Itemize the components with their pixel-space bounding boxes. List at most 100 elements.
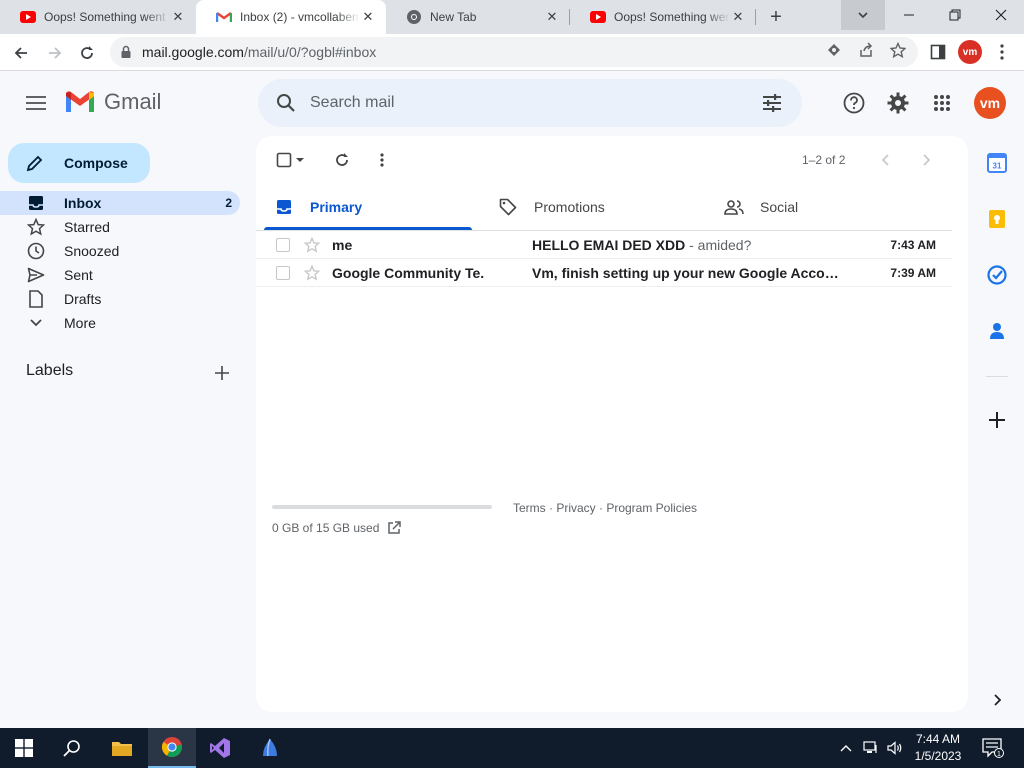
windows-taskbar: 7:44 AM 1/5/2023 1 [0, 728, 1024, 768]
tab-label: Social [760, 199, 799, 215]
gmail-logo[interactable]: Gmail [64, 89, 161, 115]
chevron-down-icon [26, 313, 46, 333]
search-bar[interactable] [258, 79, 802, 127]
chevron-up-icon[interactable] [836, 728, 856, 768]
lens-icon[interactable] [826, 42, 842, 58]
row-checkbox[interactable] [276, 265, 290, 280]
reload-button[interactable] [74, 40, 100, 66]
star-icon[interactable] [302, 236, 322, 253]
people-icon [724, 197, 744, 217]
address-bar[interactable]: mail.google.com/mail/u/0/?ogbl#inbox [110, 37, 918, 67]
kebab-menu-icon[interactable] [994, 40, 1010, 64]
main-menu-icon[interactable] [22, 89, 50, 117]
search-icon[interactable] [48, 728, 96, 768]
forward-button[interactable] [42, 40, 68, 66]
email-row[interactable]: me HELLO EMAI DED XDD - amided? 7:43 AM [256, 231, 952, 259]
search-input[interactable] [310, 94, 748, 112]
clock-icon [26, 241, 46, 261]
close-window-button[interactable] [978, 0, 1024, 30]
back-button[interactable] [8, 40, 34, 66]
older-page-icon[interactable] [874, 148, 898, 172]
nav-item-starred[interactable]: Starred [0, 215, 240, 239]
refresh-icon[interactable] [330, 148, 354, 172]
tab-title: Inbox (2) - vmcollabemail [240, 10, 360, 24]
keep-icon[interactable] [984, 206, 1010, 232]
browser-tab-newtab[interactable]: New Tab ✕ [386, 0, 570, 34]
file-explorer-icon[interactable] [98, 728, 146, 768]
newer-page-icon[interactable] [914, 148, 938, 172]
tab-title: Oops! Something went wrong [614, 10, 730, 24]
nav-item-more[interactable]: More [0, 311, 240, 335]
email-row[interactable]: Google Community Te. Vm, finish setting … [256, 259, 952, 287]
clock-date: 1/5/2023 [914, 749, 962, 763]
nav-item-drafts[interactable]: Drafts [0, 287, 240, 311]
tab-promotions[interactable]: Promotions [498, 184, 605, 230]
star-icon[interactable] [302, 264, 322, 281]
account-avatar[interactable]: vm [974, 87, 1006, 119]
tab-search-button[interactable] [841, 0, 885, 30]
get-addons-plus-icon[interactable] [984, 407, 1010, 433]
chevron-right-icon[interactable] [984, 687, 1010, 713]
apps-grid-icon[interactable] [928, 89, 956, 117]
help-icon[interactable] [840, 89, 868, 117]
minimize-button[interactable] [886, 0, 932, 30]
create-label-button[interactable] [212, 363, 232, 383]
tab-primary[interactable]: Primary [274, 184, 362, 230]
lock-icon[interactable] [120, 45, 132, 59]
share-icon[interactable] [858, 42, 874, 58]
select-dropdown-icon[interactable] [292, 148, 308, 172]
storage-usage: 0 GB of 15 GB used [272, 521, 402, 535]
network-icon[interactable] [860, 728, 882, 768]
side-panel-icon[interactable] [930, 44, 946, 60]
volume-icon[interactable] [884, 728, 906, 768]
app-icon[interactable] [246, 728, 294, 768]
notification-icon[interactable]: 1 [978, 728, 1008, 768]
chrome-profile-avatar[interactable]: vm [958, 40, 982, 64]
browser-tab-youtube-1[interactable]: Oops! Something went wrong ✕ [0, 0, 196, 34]
browser-tab-gmail[interactable]: Inbox (2) - vmcollabemail ✕ [196, 0, 386, 34]
settings-gear-icon[interactable] [884, 89, 912, 117]
bookmark-star-icon[interactable] [890, 42, 906, 58]
calendar-icon[interactable]: 31 [984, 150, 1010, 176]
taskbar-clock[interactable]: 7:44 AM 1/5/2023 [908, 731, 968, 765]
search-options-icon[interactable] [748, 79, 796, 127]
labels-heading: Labels [26, 362, 74, 379]
browser-tab-strip: Oops! Something went wrong ✕ Inbox (2) -… [0, 0, 1024, 34]
gmail-icon [66, 91, 94, 112]
search-icon[interactable] [262, 79, 310, 127]
divider [986, 376, 1008, 377]
email-snippet: - amided? [685, 236, 752, 253]
message-list-panel: 1–2 of 2 Primary Promotions Social me HE… [256, 136, 968, 712]
close-tab-icon[interactable]: ✕ [170, 9, 186, 25]
youtube-icon [20, 9, 36, 25]
close-tab-icon[interactable]: ✕ [730, 9, 746, 25]
compose-button[interactable]: Compose [8, 143, 150, 183]
close-tab-icon[interactable]: ✕ [544, 9, 560, 25]
browser-tab-youtube-2[interactable]: Oops! Something went wrong ✕ [570, 0, 756, 34]
tab-social[interactable]: Social [724, 184, 798, 230]
footer-links[interactable]: Terms · Privacy · Program Policies [513, 501, 697, 515]
windows-start-icon[interactable] [0, 728, 48, 768]
url-path: /mail/u/0/?ogbl#inbox [243, 44, 377, 60]
external-link-icon[interactable] [387, 521, 402, 535]
new-tab-button[interactable]: + [764, 5, 788, 29]
clock-time: 7:44 AM [915, 732, 961, 746]
nav-label: Starred [64, 219, 110, 235]
tasks-icon[interactable] [984, 262, 1010, 288]
row-checkbox[interactable] [276, 237, 290, 252]
compose-label: Compose [64, 155, 128, 171]
nav-item-snoozed[interactable]: Snoozed [0, 239, 240, 263]
chrome-icon[interactable] [148, 728, 196, 768]
nav-label: Drafts [64, 291, 102, 307]
close-tab-icon[interactable]: ✕ [360, 9, 376, 25]
nav-item-sent[interactable]: Sent [0, 263, 240, 287]
restore-button[interactable] [932, 0, 978, 30]
draft-icon [26, 289, 46, 309]
more-actions-icon[interactable] [370, 148, 394, 172]
inbox-icon [26, 193, 46, 213]
nav-label: Inbox [64, 195, 102, 211]
nav-item-inbox[interactable]: Inbox 2 [0, 191, 240, 215]
contacts-icon[interactable] [984, 318, 1010, 344]
visual-studio-icon[interactable] [196, 728, 244, 768]
email-sender: me [332, 236, 353, 253]
